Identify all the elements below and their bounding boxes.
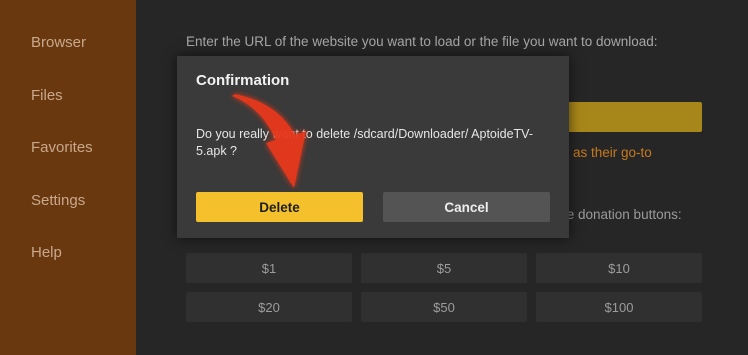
- sidebar-item-browser[interactable]: Browser: [31, 34, 86, 51]
- donate-1-button[interactable]: $1: [186, 253, 352, 283]
- donate-5-button[interactable]: $5: [361, 253, 527, 283]
- sidebar-item-favorites[interactable]: Favorites: [31, 139, 93, 156]
- sidebar-item-files[interactable]: Files: [31, 87, 63, 104]
- sidebar: Browser Files Favorites Settings Help: [0, 0, 136, 355]
- cancel-button[interactable]: Cancel: [383, 192, 550, 222]
- confirmation-dialog: Confirmation Do you really want to delet…: [177, 56, 569, 238]
- donate-10-button[interactable]: $10: [536, 253, 702, 283]
- url-prompt-text: Enter the URL of the website you want to…: [186, 34, 658, 49]
- donate-20-button[interactable]: $20: [186, 292, 352, 322]
- donation-text: se donation buttons:: [560, 207, 682, 222]
- dialog-message: Do you really want to delete /sdcard/Dow…: [196, 127, 533, 158]
- go-button[interactable]: [560, 102, 702, 132]
- sidebar-item-help[interactable]: Help: [31, 244, 62, 261]
- dialog-title: Confirmation: [196, 72, 290, 89]
- delete-button[interactable]: Delete: [196, 192, 363, 222]
- donate-50-button[interactable]: $50: [361, 292, 527, 322]
- info-text: as their go-to: [573, 145, 652, 160]
- sidebar-item-settings[interactable]: Settings: [31, 192, 85, 209]
- donate-100-button[interactable]: $100: [536, 292, 702, 322]
